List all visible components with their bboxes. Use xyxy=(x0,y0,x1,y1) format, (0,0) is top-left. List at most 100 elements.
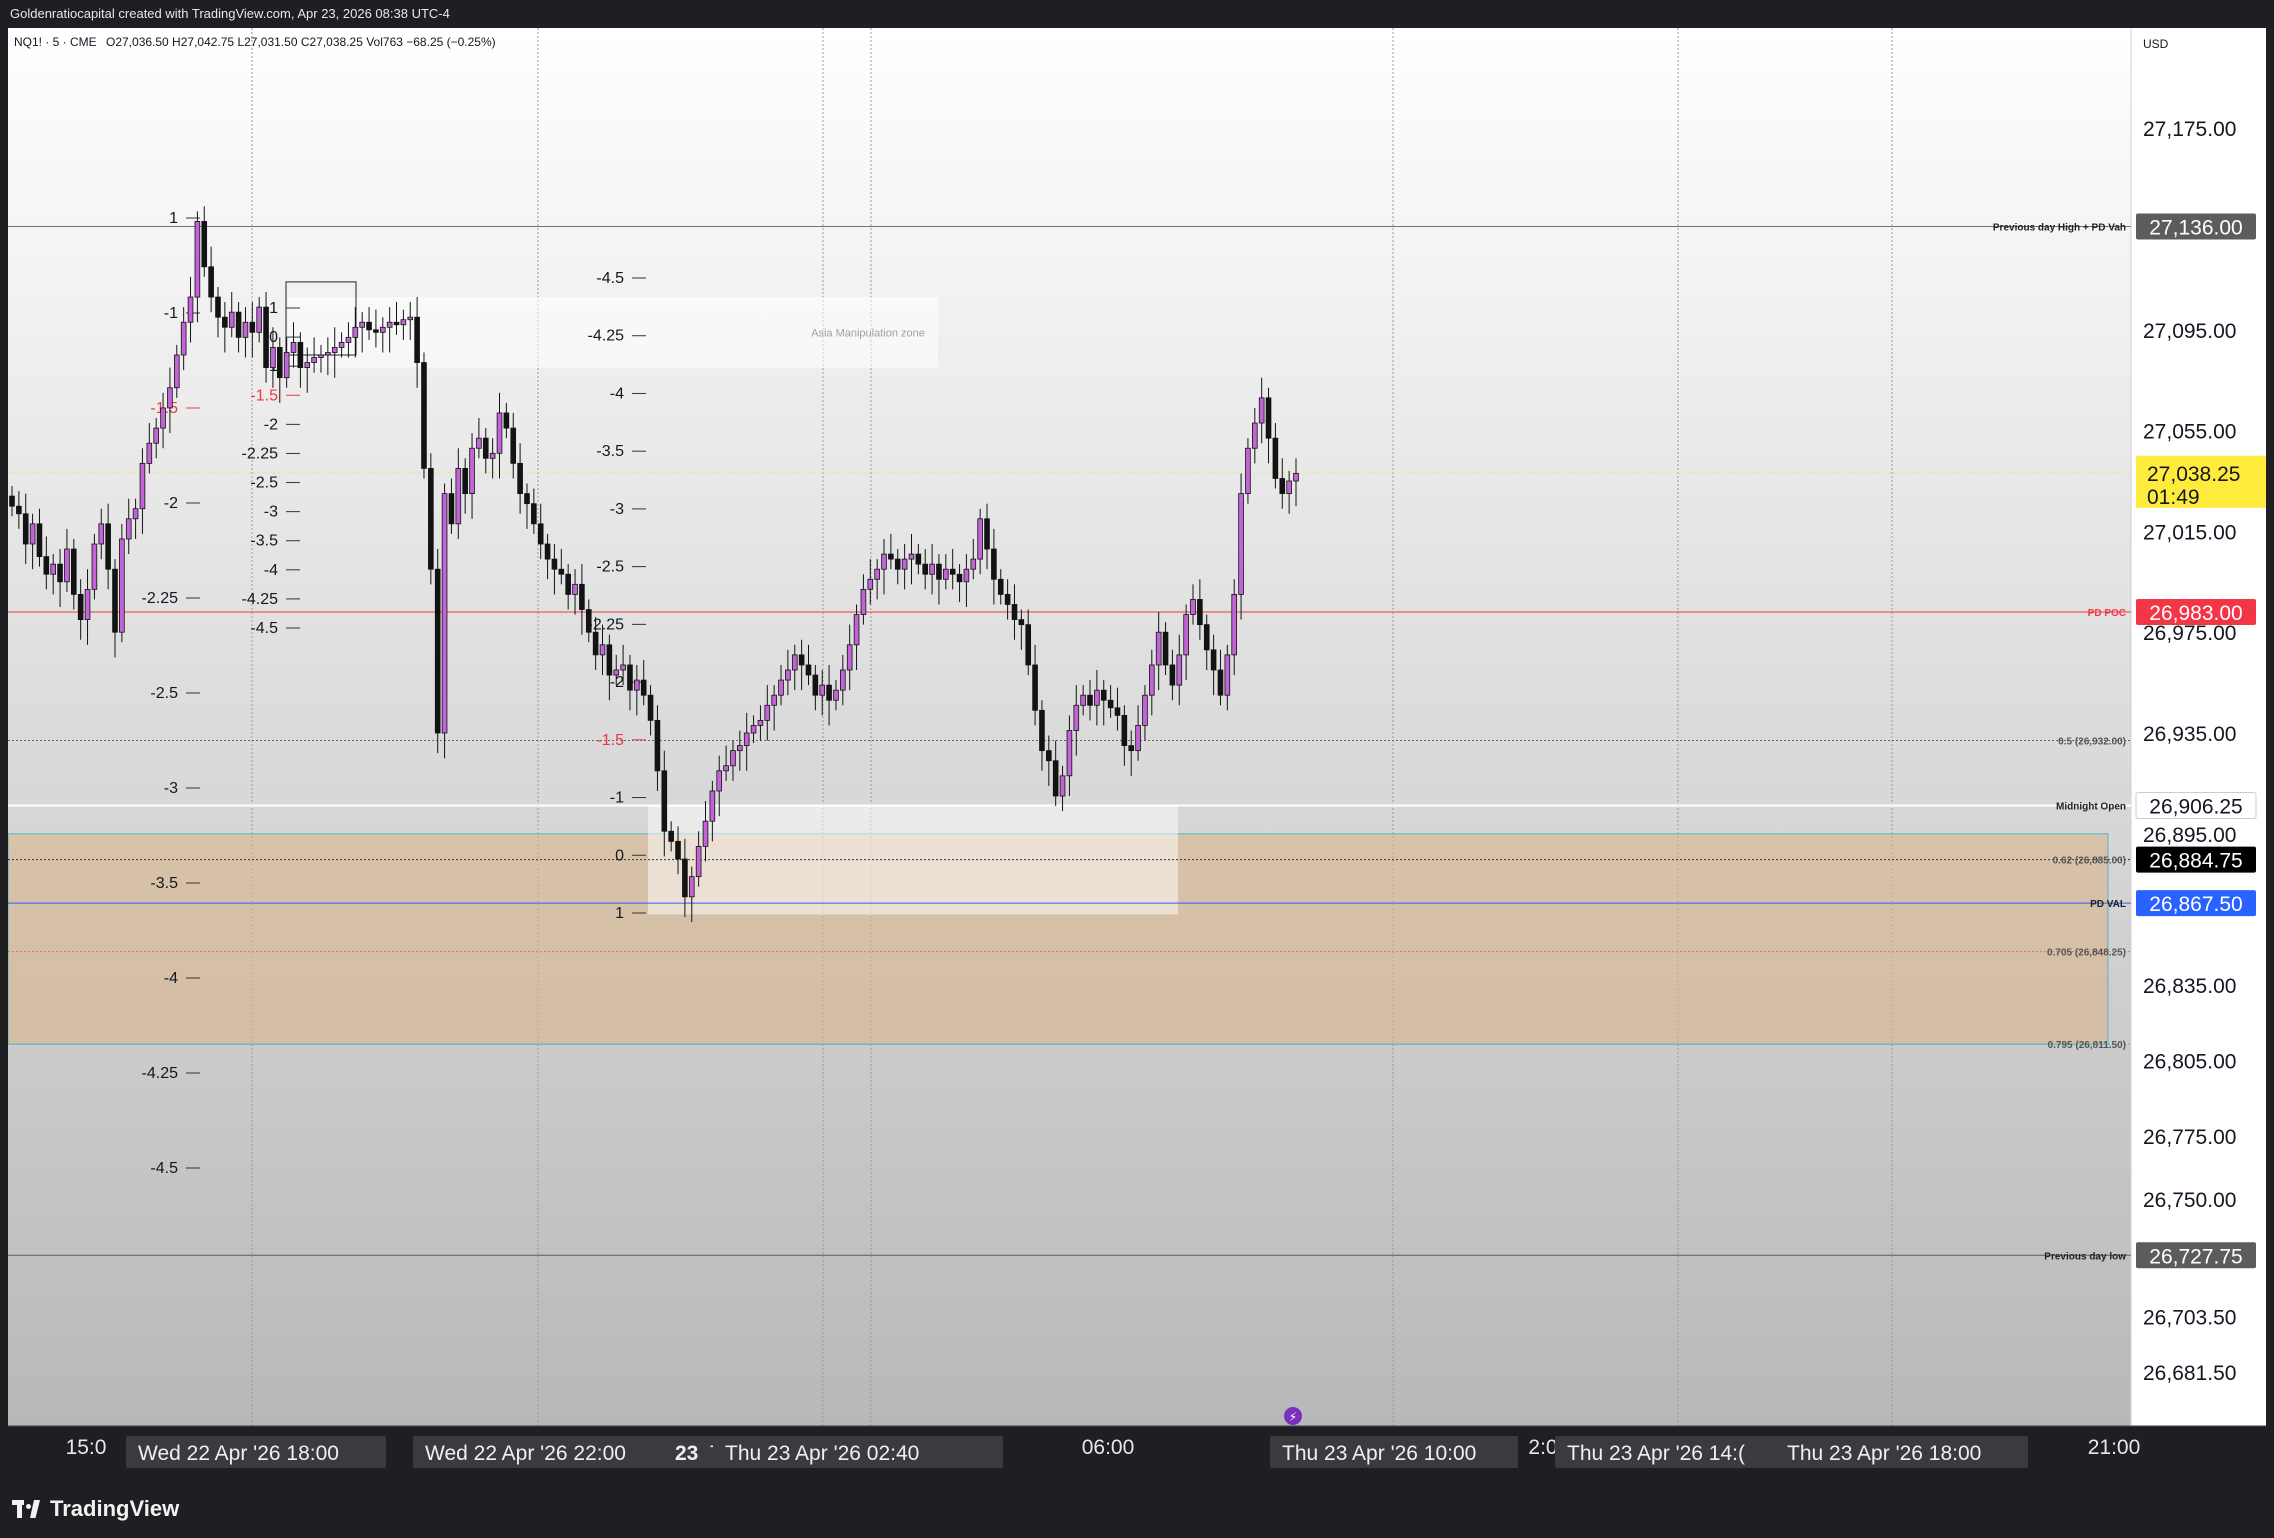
candle-body xyxy=(29,523,36,545)
candle-body xyxy=(119,538,125,633)
candle-body xyxy=(537,523,544,545)
fib-small-label: 0 xyxy=(269,329,278,346)
candle-body xyxy=(270,347,276,369)
time-pill-label: Thu 23 Apr '26 10:00 xyxy=(1282,1442,1476,1465)
candle-body xyxy=(1004,594,1011,605)
candle-body xyxy=(359,321,365,328)
asia-zone-label: Asia Manipulation zone xyxy=(811,327,925,339)
candle-body xyxy=(991,548,997,580)
candle-body xyxy=(276,347,283,379)
fib-small-label: -2 xyxy=(264,416,278,433)
candle-body xyxy=(901,558,908,570)
candle-body xyxy=(558,568,565,575)
candle-body xyxy=(1217,669,1224,696)
fib-small-label: -4.25 xyxy=(242,591,279,608)
level-label: Previous day low xyxy=(2044,1251,2126,1262)
candle-body xyxy=(634,679,640,691)
candle-body xyxy=(956,573,963,583)
price-axis-tick: 26,835.00 xyxy=(2143,975,2236,998)
candle-body xyxy=(1224,654,1231,696)
chart-frame[interactable]: Asia Manipulation zone Previous day High … xyxy=(8,28,2266,1476)
candle-body xyxy=(592,631,599,656)
candle-body xyxy=(84,588,91,620)
candle-body xyxy=(840,669,846,691)
time-axis-tick: 15:0 xyxy=(66,1436,107,1459)
fib-mid-label: -1.5 xyxy=(596,732,624,749)
replay-icon-glyph: ⚡ xyxy=(1289,1410,1297,1424)
candle-body xyxy=(256,306,262,333)
fib-mid-label: -3.5 xyxy=(596,443,624,460)
candle-body xyxy=(290,341,297,353)
level-price-tag-text: 26,884.75 xyxy=(2149,850,2242,873)
candle-body xyxy=(64,548,70,583)
candle-body xyxy=(531,503,537,525)
candle-body xyxy=(1238,493,1244,595)
candle-body xyxy=(222,316,228,328)
candle-body xyxy=(1142,694,1148,726)
fib-mid-label: -4.5 xyxy=(596,270,624,287)
candle-body xyxy=(43,556,50,575)
candle-body xyxy=(366,321,372,331)
candle-body xyxy=(249,321,256,333)
candle-body xyxy=(585,609,592,633)
fib-mid-label: -2.25 xyxy=(588,616,625,633)
footer-bar: TradingView xyxy=(0,1476,2274,1538)
candle-body xyxy=(853,614,860,646)
price-axis-tick: 27,175.00 xyxy=(2143,118,2236,141)
candle-body xyxy=(647,694,654,721)
tradingview-logo[interactable]: TradingView xyxy=(12,1496,179,1522)
tradingview-logo-text: TradingView xyxy=(50,1496,180,1521)
candle-body xyxy=(77,594,84,621)
candle-body xyxy=(441,493,448,734)
candle-body xyxy=(846,644,853,671)
candle-body xyxy=(833,689,839,701)
candle-body xyxy=(997,578,1004,595)
candle-body xyxy=(791,654,798,671)
candle-body xyxy=(167,387,173,409)
candle-body xyxy=(496,412,503,454)
level-price-tag-text: 27,136.00 xyxy=(2149,216,2242,239)
candle-body xyxy=(482,437,489,459)
level-label: Midnight Open xyxy=(2056,801,2126,812)
level-price-tag-text: 26,906.25 xyxy=(2149,795,2242,818)
candle-body xyxy=(70,548,77,595)
time-axis-tick: 06:00 xyxy=(1082,1436,1135,1459)
candle-body xyxy=(565,573,571,595)
candle-body xyxy=(22,513,29,545)
price-axis-tick: 26,805.00 xyxy=(2143,1051,2236,1074)
candle-body xyxy=(723,765,729,772)
level-label: 0.5 (26,932.00) xyxy=(2058,737,2126,748)
candle-body xyxy=(331,347,338,353)
fib-small-label: -2.25 xyxy=(242,445,279,462)
candle-body xyxy=(297,341,304,368)
price-chart[interactable]: Asia Manipulation zone Previous day High … xyxy=(8,28,2266,1476)
fib-small-label: 1 xyxy=(269,300,278,317)
currency-label: USD xyxy=(2143,37,2169,51)
candle-body xyxy=(1032,664,1038,711)
candle-body xyxy=(139,462,146,510)
candle-body xyxy=(386,321,393,328)
candle-body xyxy=(750,725,757,734)
candle-body xyxy=(105,523,111,570)
time-pill-label: Wed 22 Apr '26 18:00 xyxy=(138,1442,339,1465)
candle-body xyxy=(98,523,105,545)
candle-body xyxy=(1052,760,1059,797)
candle-body xyxy=(393,321,400,326)
candle-body xyxy=(1039,709,1045,752)
candle-body xyxy=(36,523,43,557)
candle-body xyxy=(1183,614,1189,656)
candle-body xyxy=(1149,664,1155,696)
candle-body xyxy=(208,266,214,298)
candle-body xyxy=(318,354,324,358)
candle-body xyxy=(1197,599,1203,626)
candle-body xyxy=(730,750,736,767)
candle-body xyxy=(984,518,990,550)
fib-left-label: -4.25 xyxy=(142,1065,179,1082)
fib-left-label: 1 xyxy=(169,210,178,227)
candle-body xyxy=(352,326,359,338)
candle-body xyxy=(1046,750,1052,762)
candle-body xyxy=(606,644,613,676)
candle-body xyxy=(688,876,695,898)
level-label: 0.705 (26,848.25) xyxy=(2047,948,2126,959)
price-axis-tick: 26,681.50 xyxy=(2143,1362,2236,1385)
